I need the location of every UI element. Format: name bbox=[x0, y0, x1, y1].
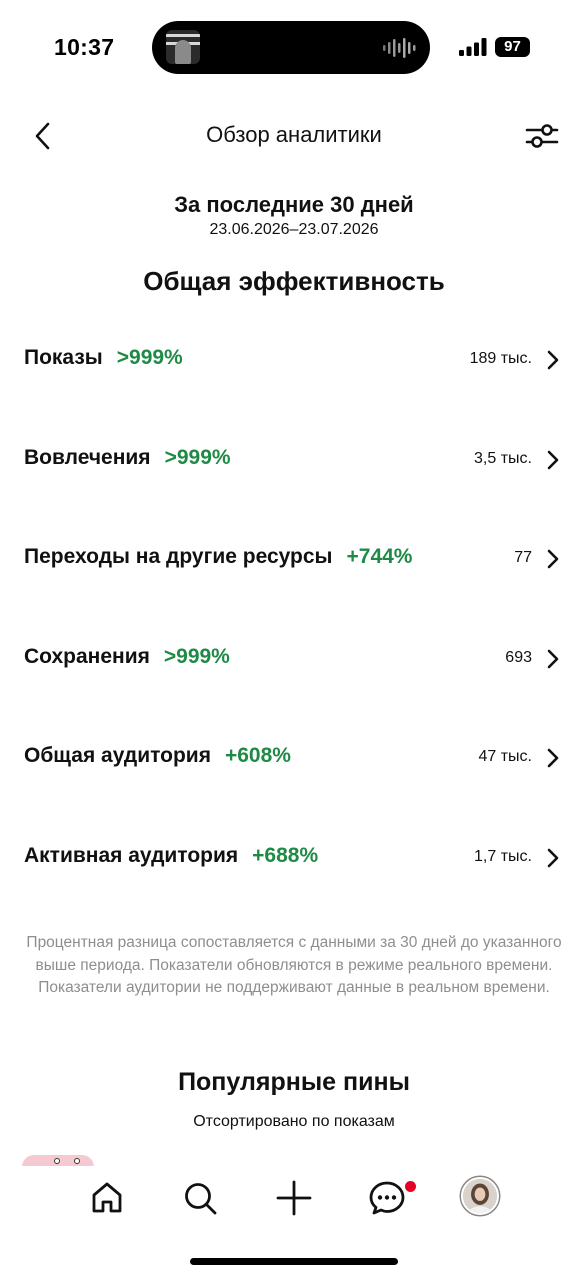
bottom-nav bbox=[0, 1166, 588, 1236]
status-time: 10:37 bbox=[54, 34, 115, 60]
metric-value: 47 тыс. bbox=[478, 748, 532, 765]
metric-row-saves[interactable]: Сохранения >999% 693 bbox=[0, 629, 588, 689]
chevron-right-icon bbox=[547, 748, 559, 768]
metric-label: Активная аудитория bbox=[24, 844, 239, 867]
disclaimer-text: Процентная разница сопоставляется с данн… bbox=[26, 934, 562, 996]
header: Обзор аналитики bbox=[0, 108, 588, 164]
metric-row-engagements[interactable]: Вовлечения >999% 3,5 тыс. bbox=[0, 430, 588, 490]
metric-change: +688% bbox=[252, 844, 319, 867]
metric-label: Переходы на другие ресурсы bbox=[24, 545, 333, 568]
notification-dot bbox=[405, 1181, 416, 1192]
metric-change: +744% bbox=[346, 545, 413, 568]
period-title: За последние 30 дней bbox=[174, 192, 414, 217]
status-bar: 10:37 97 bbox=[0, 0, 588, 96]
period-range[interactable]: 23.06.2026–23.07.2026 bbox=[0, 221, 588, 239]
chevron-right-icon bbox=[547, 649, 559, 669]
metric-label: Показы bbox=[24, 346, 103, 369]
overall-performance-title: Общая эффективность bbox=[143, 266, 445, 296]
metric-label: Общая аудитория bbox=[24, 744, 211, 767]
metric-value: 77 bbox=[514, 549, 532, 566]
chevron-right-icon bbox=[547, 350, 559, 370]
search-icon[interactable] bbox=[180, 1178, 220, 1218]
metric-change: >999% bbox=[116, 346, 183, 369]
profile-avatar[interactable] bbox=[461, 1177, 499, 1215]
messages-icon[interactable] bbox=[367, 1178, 407, 1218]
dynamic-island[interactable] bbox=[152, 21, 430, 74]
chevron-right-icon bbox=[547, 549, 559, 569]
home-icon[interactable] bbox=[87, 1178, 127, 1218]
home-indicator bbox=[190, 1258, 398, 1265]
metric-change: >999% bbox=[164, 446, 231, 469]
metric-value: 1,7 тыс. bbox=[474, 848, 532, 865]
now-playing-thumbnail bbox=[166, 30, 200, 64]
metric-change: +608% bbox=[224, 744, 291, 767]
signal-icon bbox=[459, 38, 487, 56]
metric-row-engaged-audience[interactable]: Активная аудитория +688% 1,7 тыс. bbox=[0, 828, 588, 888]
metric-label: Вовлечения bbox=[24, 446, 151, 469]
battery-icon: 97 bbox=[495, 37, 530, 57]
metric-row-total-audience[interactable]: Общая аудитория +608% 47 тыс. bbox=[0, 728, 588, 788]
popular-pins-sort-label[interactable]: Отсортировано по показам bbox=[0, 1113, 588, 1131]
metric-value: 693 bbox=[505, 649, 532, 666]
chevron-right-icon bbox=[547, 450, 559, 470]
metric-row-impressions[interactable]: Показы >999% 189 тыс. bbox=[0, 330, 588, 390]
metric-label: Сохранения bbox=[24, 645, 150, 668]
metric-row-outbound-clicks[interactable]: Переходы на другие ресурсы +744% 77 bbox=[0, 529, 588, 589]
chevron-right-icon bbox=[547, 848, 559, 868]
metric-value: 189 тыс. bbox=[469, 350, 532, 367]
metric-change: >999% bbox=[163, 645, 230, 668]
plus-icon[interactable] bbox=[274, 1178, 314, 1218]
filter-sliders-icon[interactable] bbox=[524, 120, 560, 152]
page-title: Обзор аналитики bbox=[206, 122, 382, 147]
metric-value: 3,5 тыс. bbox=[474, 450, 532, 467]
audio-wave-icon bbox=[383, 38, 416, 58]
popular-pins-title: Популярные пины bbox=[178, 1068, 410, 1096]
